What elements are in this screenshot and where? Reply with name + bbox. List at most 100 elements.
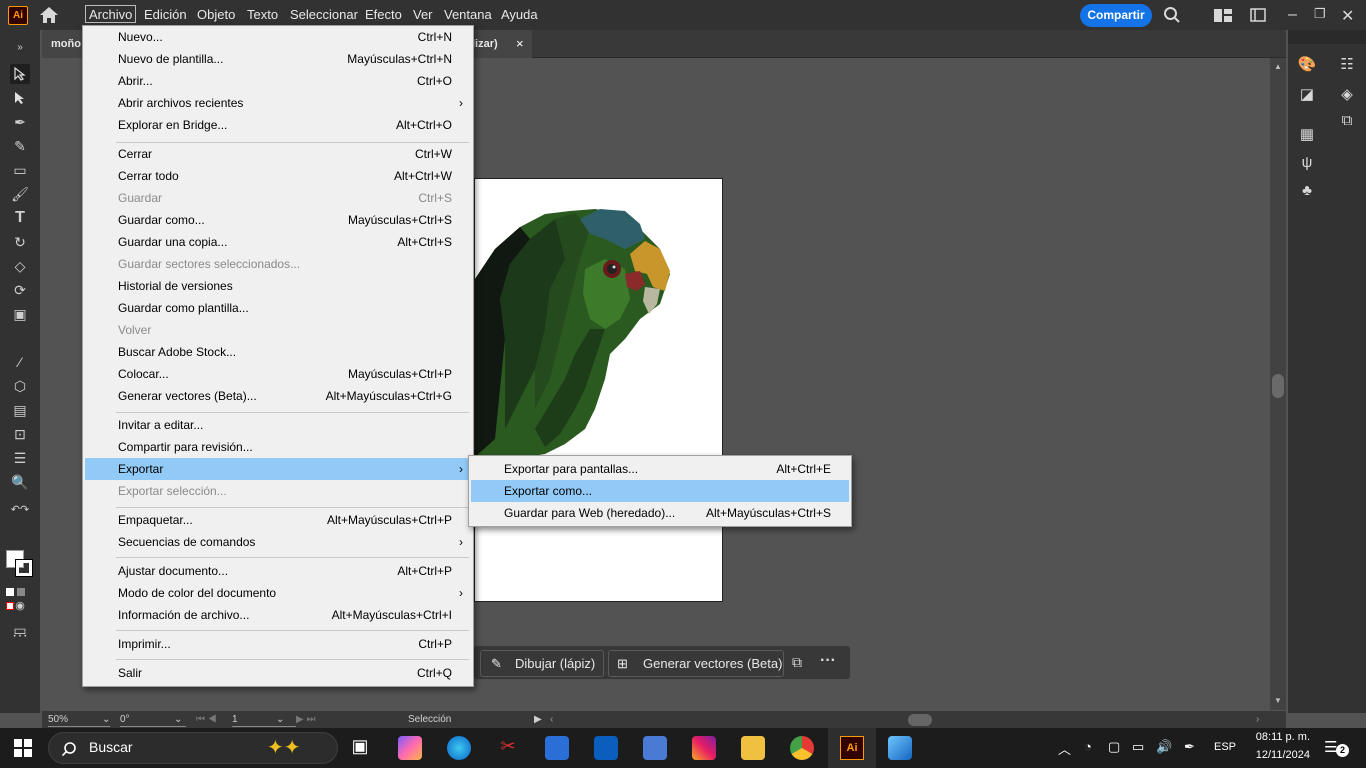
panel-collapse-icon[interactable]: »	[10, 38, 30, 58]
layers-panel-icon[interactable]: ◈	[1336, 84, 1358, 106]
more-tools-icon[interactable]: ···	[10, 626, 30, 646]
color-guide-icon[interactable]: 🎨	[1296, 54, 1318, 76]
menu-seleccionar[interactable]: Seleccionar	[290, 6, 358, 24]
curvature-tool-icon[interactable]: ✎	[10, 136, 30, 156]
instagram-icon[interactable]	[692, 736, 716, 760]
rotation-select[interactable]: 0° ⌄	[120, 713, 186, 727]
menu-item-secuencias-comandos[interactable]: Secuencias de comandos ›	[85, 531, 471, 553]
menu-item-imprimir[interactable]: Imprimir... Ctrl+P	[85, 633, 471, 655]
status-menu-icon[interactable]: ▶	[534, 713, 542, 727]
menu-item-explorar-bridge[interactable]: Explorar en Bridge... Alt+Ctrl+O	[85, 114, 471, 136]
warp-tool-icon[interactable]: ⟳	[10, 280, 30, 300]
outlook-icon[interactable]	[594, 736, 618, 760]
scroll-left-icon[interactable]: ‹	[550, 713, 553, 727]
menu-item-generar-vectores[interactable]: Generar vectores (Beta)... Alt+Mayúsculas…	[85, 385, 471, 407]
menu-texto[interactable]: Texto	[247, 6, 278, 24]
live-paint-tool-icon[interactable]: ▤	[10, 400, 30, 420]
menu-item-abrir-recientes[interactable]: Abrir archivos recientes ›	[85, 92, 471, 114]
workspace-icon[interactable]	[1214, 9, 1232, 22]
artboard-nav-first-icon[interactable]: ⏮ ◀	[196, 713, 217, 727]
selection-tool-icon[interactable]	[10, 64, 30, 84]
symbols-panel-icon[interactable]: ♣	[1296, 180, 1318, 202]
close-window-icon[interactable]: ✕	[1341, 6, 1354, 26]
network-icon[interactable]: ◔	[1084, 739, 1092, 754]
paintbrush-tool-icon[interactable]: 🖌	[10, 184, 30, 204]
menu-efecto[interactable]: Efecto	[365, 6, 402, 24]
artboard[interactable]	[474, 178, 723, 602]
generate-vectors-button[interactable]: ⊞ Generar vectores (Beta)	[608, 650, 784, 677]
submenu-item-exportar-como[interactable]: Exportar como...	[471, 480, 849, 502]
windows-start-icon[interactable]	[14, 739, 32, 757]
swatches-panel-icon[interactable]: ▦	[1296, 124, 1318, 146]
rotate-tool-icon[interactable]: ↻	[10, 232, 30, 252]
menu-item-compartir-revision[interactable]: Compartir para revisión...	[85, 436, 471, 458]
menu-ventana[interactable]: Ventana	[444, 6, 492, 24]
menu-item-exportar[interactable]: Exportar ›	[85, 458, 471, 480]
gradient-panel-icon[interactable]: ◪	[1296, 84, 1318, 106]
store-icon[interactable]	[545, 736, 569, 760]
direct-selection-tool-icon[interactable]	[10, 88, 30, 108]
tab-close-icon[interactable]: ×	[516, 30, 524, 58]
taskbar-active-app[interactable]: Ai	[828, 728, 876, 768]
menu-archivo[interactable]: Archivo	[85, 5, 137, 23]
menu-item-salir[interactable]: Salir Ctrl+Q	[85, 662, 471, 684]
pen-icon[interactable]: ✒	[1184, 739, 1195, 755]
menu-item-empaquetar[interactable]: Empaquetar... Alt+Mayúsculas+Ctrl+P	[85, 509, 471, 531]
menu-item-guardar-copia[interactable]: Guardar una copia... Alt+Ctrl+S	[85, 231, 471, 253]
photos-icon[interactable]	[888, 736, 912, 760]
type-tool-icon[interactable]: T	[10, 208, 30, 228]
menu-item-nuevo-plantilla[interactable]: Nuevo de plantilla... Mayúsculas+Ctrl+N	[85, 48, 471, 70]
eraser-tool-icon[interactable]: ◇	[10, 256, 30, 276]
artboard-nav-last-icon[interactable]: ▶ ⏭	[296, 713, 315, 727]
menu-objeto[interactable]: Objeto	[197, 6, 235, 24]
scroll-thumb[interactable]	[1272, 374, 1284, 398]
pen-tool-icon[interactable]: ✒	[10, 112, 30, 132]
zoom-tool-icon[interactable]: 🔍	[10, 472, 30, 492]
clock-date[interactable]: 12/11/2024	[1248, 749, 1310, 761]
battery-icon[interactable]: ▭	[1132, 739, 1144, 755]
more-options-icon[interactable]: ···	[820, 652, 836, 670]
menu-item-historial-versiones[interactable]: Historial de versiones	[85, 275, 471, 297]
rectangle-tool-icon[interactable]: ▭	[10, 160, 30, 180]
zoom-select[interactable]: 50% ⌄	[48, 713, 110, 727]
menu-item-colocar[interactable]: Colocar... Mayúsculas+Ctrl+P	[85, 363, 471, 385]
stroke-color-swatch[interactable]	[15, 559, 33, 577]
menu-item-cerrar[interactable]: Cerrar Ctrl+W	[85, 143, 471, 165]
clock-time[interactable]: 08:11 p. m.	[1248, 731, 1310, 743]
color-mode-icons[interactable]	[6, 585, 34, 610]
taskbar-search[interactable]: Buscar ✦✦	[48, 732, 338, 764]
notifications-icon[interactable]: ☰ 2	[1324, 738, 1349, 758]
menu-item-invitar-editar[interactable]: Invitar a editar...	[85, 414, 471, 436]
menu-edicion[interactable]: Edición	[144, 6, 187, 24]
minimize-icon[interactable]: –	[1288, 6, 1297, 24]
gradient-tool-icon[interactable]: ▣	[10, 304, 30, 324]
home-icon[interactable]	[38, 5, 60, 25]
search-icon[interactable]	[1163, 6, 1181, 24]
submenu-item-exportar-pantallas[interactable]: Exportar para pantallas... Alt+Ctrl+E	[471, 458, 849, 480]
draw-mode-icon[interactable]: ◉	[10, 596, 30, 616]
share-button[interactable]: Compartir	[1080, 4, 1152, 27]
menu-item-buscar-stock[interactable]: Buscar Adobe Stock...	[85, 341, 471, 363]
restore-icon[interactable]: ❐	[1314, 6, 1326, 22]
graph-tool-icon[interactable]: ☰	[10, 448, 30, 468]
swap-colors-icon[interactable]: ↶↷	[10, 500, 30, 520]
artboard-tool-icon[interactable]: ⊡	[10, 424, 30, 444]
scroll-down-icon[interactable]: ▼	[1274, 696, 1282, 705]
menu-item-ajustar-documento[interactable]: Ajustar documento... Alt+Ctrl+P	[85, 560, 471, 582]
artboard-select[interactable]: 1 ⌄	[232, 713, 296, 727]
meet-now-icon[interactable]: ▢	[1108, 739, 1120, 755]
panel-layout-icon[interactable]	[1250, 8, 1266, 22]
scroll-up-icon[interactable]: ▲	[1274, 62, 1282, 71]
properties-panel-icon[interactable]: ☷	[1336, 54, 1358, 76]
shape-builder-tool-icon[interactable]: ⬡	[10, 376, 30, 396]
scroll-right-icon[interactable]: ›	[1256, 713, 1259, 727]
image-icon[interactable]: ⧉	[792, 654, 802, 671]
snipping-tool-icon[interactable]: ✂	[496, 736, 520, 760]
file-explorer-icon[interactable]	[741, 736, 765, 760]
chrome-icon[interactable]	[790, 736, 814, 760]
chevron-up-icon[interactable]: ︿	[1058, 739, 1071, 758]
horizontal-scroll-thumb[interactable]	[908, 714, 932, 726]
menu-item-guardar-como[interactable]: Guardar como... Mayúsculas+Ctrl+S	[85, 209, 471, 231]
calculator-icon[interactable]	[643, 736, 667, 760]
vertical-scrollbar[interactable]: ▲ ▼	[1270, 58, 1286, 710]
